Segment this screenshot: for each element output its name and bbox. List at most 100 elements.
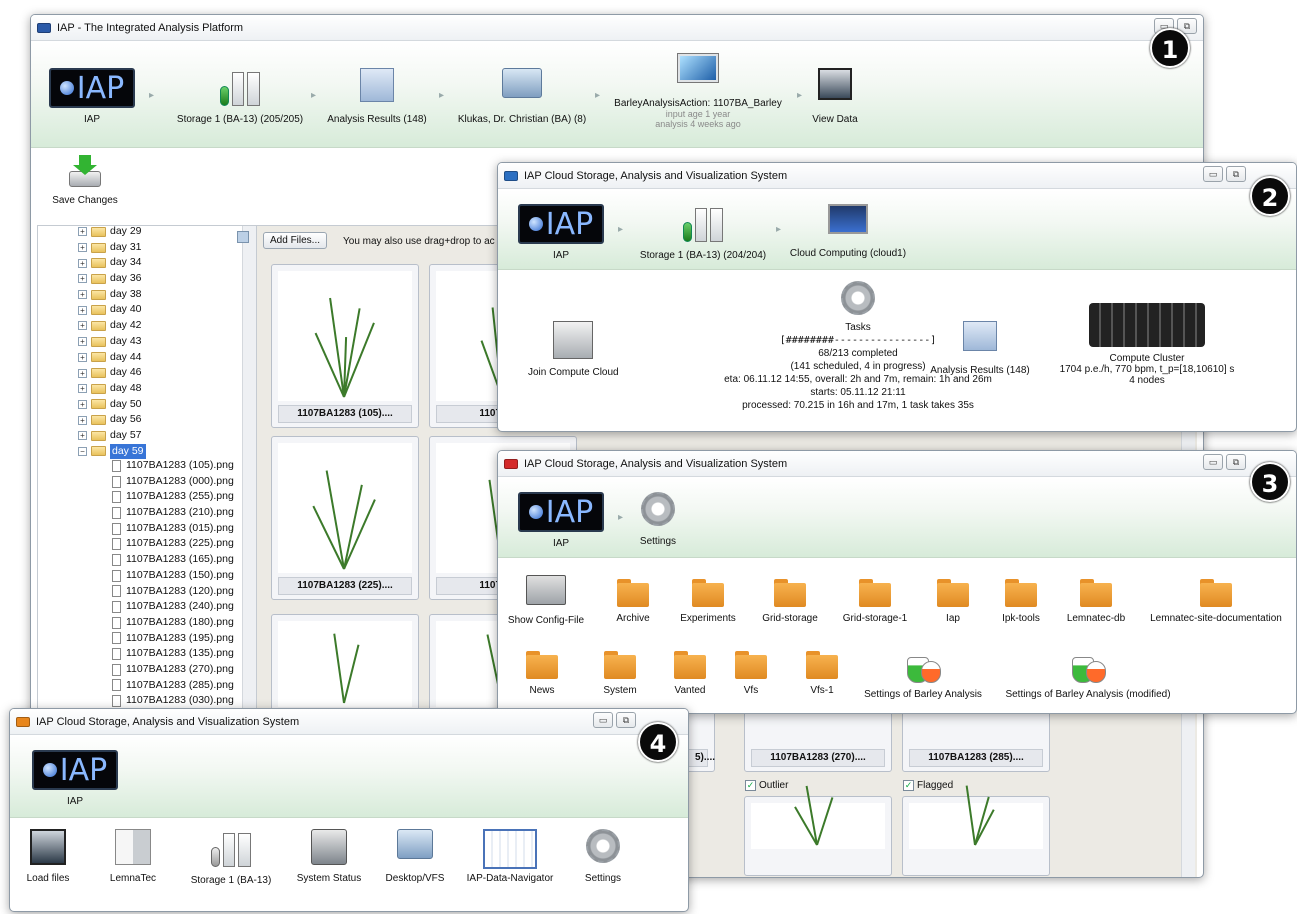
tree-file[interactable]: 1107BA1283 (225).png	[112, 536, 234, 552]
tree-file[interactable]: 1107BA1283 (105).png	[112, 458, 234, 474]
collapse-handle-icon[interactable]	[237, 231, 249, 243]
collapse-icon[interactable]: −	[78, 446, 87, 456]
expand-icon[interactable]: +	[78, 243, 87, 253]
expand-icon[interactable]: +	[78, 321, 87, 331]
tree-folder-day[interactable]: + day 46	[78, 365, 146, 381]
minimize-button[interactable]: ▭	[593, 712, 613, 728]
nav-cloud-computing[interactable]: Cloud Computing (cloud1)	[788, 204, 908, 259]
minimize-button[interactable]: ▭	[1203, 454, 1223, 470]
settings-folder-vanted[interactable]: Vanted	[660, 647, 720, 696]
expand-icon[interactable]: +	[78, 399, 87, 409]
expand-icon[interactable]: +	[78, 368, 87, 378]
nav-storage[interactable]: Storage 1 (BA-13) (205/205)	[165, 68, 315, 125]
settings-folder-vfs[interactable]: Vfs	[726, 647, 776, 696]
start-item-storage-1-ba-13[interactable]: Storage 1 (BA-13)	[186, 829, 276, 886]
tree-folder-day[interactable]: + day 42	[78, 318, 146, 334]
add-files-button[interactable]: Add Files...	[263, 232, 328, 249]
plant-image	[314, 287, 375, 398]
expand-icon[interactable]: +	[78, 305, 87, 315]
tree-file-label: 1107BA1283 (195).png	[126, 631, 234, 644]
expand-icon[interactable]: +	[78, 431, 87, 441]
expand-icon[interactable]: +	[78, 290, 87, 300]
thumbnail-card[interactable]	[744, 785, 892, 876]
tree-file[interactable]: 1107BA1283 (240).png	[112, 599, 234, 615]
thumbnail-card[interactable]	[902, 785, 1050, 876]
nav-analysis-results[interactable]: Analysis Results (148)	[321, 68, 433, 125]
tree-file[interactable]: 1107BA1283 (150).png	[112, 568, 234, 584]
settings-folder-news[interactable]: News	[512, 647, 572, 696]
tree-folder-day[interactable]: + day 40	[78, 302, 146, 318]
start-item-system-status[interactable]: System Status	[292, 829, 366, 884]
nav-analysis-action[interactable]: BarleyAnalysisAction: 1107BA_Barley inpu…	[607, 53, 789, 129]
save-changes-button[interactable]: Save Changes	[45, 155, 125, 206]
start-item-lemnatec[interactable]: LemnaTec	[98, 829, 168, 884]
tree-file[interactable]: 1107BA1283 (195).png	[112, 631, 234, 647]
restore-button[interactable]: ⧉	[1226, 454, 1246, 470]
settings-folder-archive[interactable]: Archive	[598, 575, 668, 624]
tree-folder-day[interactable]: + day 34	[78, 255, 146, 271]
tree-folder-day[interactable]: + day 31	[78, 240, 146, 256]
expand-icon[interactable]: +	[78, 415, 87, 425]
tree-file[interactable]: 1107BA1283 (015).png	[112, 521, 234, 537]
outlier-checkbox[interactable]: ✓ Outlier	[745, 780, 788, 791]
start-item-settings[interactable]: Settings	[576, 829, 630, 884]
nav-iap[interactable]: IAP IAP	[30, 750, 120, 807]
settings-folder-iap[interactable]: Iap	[918, 575, 988, 624]
settings-folder-grid-storage-1[interactable]: Grid-storage-1	[832, 575, 918, 624]
tree-folder-day[interactable]: + day 36	[78, 271, 146, 287]
join-compute-cloud-button[interactable]: Join Compute Cloud	[528, 321, 619, 378]
nav-iap[interactable]: IAP IAP	[47, 68, 137, 125]
thumbnail-card[interactable]: 1107BA1283 (225)....	[271, 436, 419, 600]
expand-icon[interactable]: +	[78, 352, 87, 362]
expand-icon[interactable]: +	[78, 227, 87, 237]
settings-folder-ipk-tools[interactable]: Ipk-tools	[988, 575, 1054, 624]
nav-iap[interactable]: IAP IAP	[516, 492, 606, 549]
tree-file[interactable]: 1107BA1283 (285).png	[112, 678, 234, 694]
tree-file[interactable]: 1107BA1283 (270).png	[112, 662, 234, 678]
tree-file[interactable]: 1107BA1283 (000).png	[112, 474, 234, 490]
restore-button[interactable]: ⧉	[616, 712, 636, 728]
expand-icon[interactable]: +	[78, 258, 87, 268]
settings-folder-vfs-1[interactable]: Vfs-1	[792, 647, 852, 696]
settings-folder-grid-storage[interactable]: Grid-storage	[752, 575, 828, 624]
tree-folder-day[interactable]: + day 29	[78, 226, 146, 240]
tree-folder-day[interactable]: + day 43	[78, 334, 146, 350]
minimize-button[interactable]: ▭	[1203, 166, 1223, 182]
tree-folder-day[interactable]: + day 44	[78, 350, 146, 366]
start-item-iap-data-navigator[interactable]: IAP-Data-Navigator	[462, 829, 558, 884]
tree-file[interactable]: 1107BA1283 (180).png	[112, 615, 234, 631]
nav-storage[interactable]: Storage 1 (BA-13) (204/204)	[628, 204, 778, 261]
settings-folder-lemnatec-db[interactable]: Lemnatec-db	[1058, 575, 1134, 624]
start-item-load-files[interactable]: Load files	[18, 829, 78, 884]
tree-folder-day[interactable]: + day 50	[78, 397, 146, 413]
tree-file[interactable]: 1107BA1283 (165).png	[112, 552, 234, 568]
tree-folder-day[interactable]: + day 57	[78, 428, 146, 444]
tree-file[interactable]: 1107BA1283 (120).png	[112, 584, 234, 600]
expand-icon[interactable]: +	[78, 337, 87, 347]
tree-file[interactable]: 1107BA1283 (030).png	[112, 693, 234, 709]
tree-file[interactable]: 1107BA1283 (135).png	[112, 646, 234, 662]
nav-user-folder[interactable]: Klukas, Dr. Christian (BA) (8)	[449, 68, 595, 125]
nav-view-data[interactable]: View Data	[805, 68, 865, 125]
analysis-results-button[interactable]: Analysis Results (148)	[922, 321, 1038, 376]
settings-folder-experiments[interactable]: Experiments	[668, 575, 748, 624]
expand-icon[interactable]: +	[78, 384, 87, 394]
tree-folder-day[interactable]: + day 38	[78, 287, 146, 303]
barley-settings-item[interactable]: Settings of Barley Analysis	[858, 647, 988, 700]
settings-folder-system[interactable]: System	[590, 647, 650, 696]
start-item-desktop-vfs[interactable]: Desktop/VFS	[382, 829, 448, 884]
barley-settings-item[interactable]: Settings of Barley Analysis (modified)	[998, 647, 1178, 700]
expand-icon[interactable]: +	[78, 274, 87, 284]
tree-folder-day[interactable]: + day 48	[78, 381, 146, 397]
restore-button[interactable]: ⧉	[1226, 166, 1246, 182]
nav-iap[interactable]: IAP IAP	[516, 204, 606, 261]
thumbnail-card[interactable]: 1107BA1283 (105)....	[271, 264, 419, 428]
tree-folder-day[interactable]: + day 56	[78, 412, 146, 428]
settings-folder-lemnatec-site-documentation[interactable]: Lemnatec-site-documentation	[1138, 575, 1294, 624]
tree-file[interactable]: 1107BA1283 (210).png	[112, 505, 234, 521]
nav-settings[interactable]: Settings	[628, 492, 688, 547]
compute-cluster[interactable]: Compute Cluster 1704 p.e./h, 770 bpm, t_…	[1052, 303, 1242, 386]
tree-folder-day[interactable]: − day 59	[78, 443, 146, 460]
tree-file[interactable]: 1107BA1283 (255).png	[112, 489, 234, 505]
show-config-file-button[interactable]: Show Config-File	[506, 575, 586, 626]
